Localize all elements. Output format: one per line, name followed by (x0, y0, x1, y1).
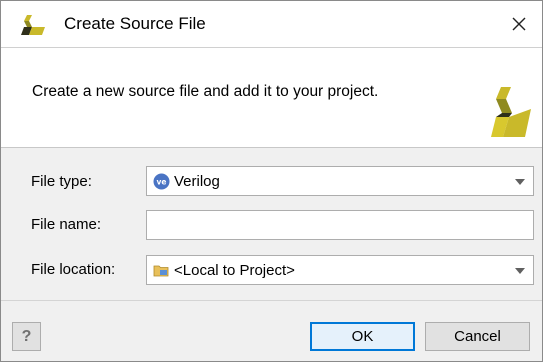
vivado-logo-icon (21, 15, 45, 35)
title-bar: Create Source File (1, 1, 542, 47)
file-location-label: File location: (31, 261, 116, 278)
help-button[interactable]: ? (12, 322, 41, 351)
dialog-description: Create a new source file and add it to y… (32, 83, 379, 100)
window-title: Create Source File (64, 14, 206, 33)
create-source-file-dialog: Create Source File Create a new source f… (0, 0, 543, 362)
file-location-value: <Local to Project> (174, 262, 295, 279)
verilog-file-icon: ve (153, 173, 170, 190)
footer-divider (1, 300, 542, 301)
close-button[interactable] (496, 1, 542, 47)
header-panel: Create a new source file and add it to y… (1, 47, 542, 148)
svg-text:ve: ve (157, 178, 167, 187)
file-type-value: Verilog (174, 173, 220, 190)
vivado-large-logo-icon (491, 87, 531, 137)
chevron-down-icon (515, 268, 525, 274)
ok-button[interactable]: OK (310, 322, 415, 351)
file-type-label: File type: (31, 173, 92, 190)
file-name-input[interactable] (146, 210, 534, 240)
close-icon (512, 17, 526, 31)
file-name-label: File name: (31, 216, 102, 233)
file-type-dropdown[interactable]: ve Verilog (146, 166, 534, 196)
cancel-button[interactable]: Cancel (425, 322, 530, 351)
folder-icon (153, 265, 169, 277)
chevron-down-icon (515, 179, 525, 185)
file-location-dropdown[interactable]: <Local to Project> (146, 255, 534, 285)
